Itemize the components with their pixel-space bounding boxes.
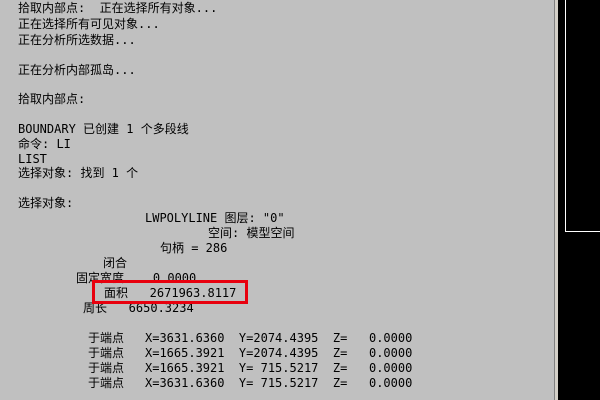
vertex-label: 于端点 (88, 361, 125, 375)
history-line: 拾取内部点: 正在选择所有对象... (18, 1, 218, 15)
history-line: 选择对象: (18, 196, 74, 210)
history-line: 正在分析所选数据... (18, 33, 136, 47)
area-highlight-box (92, 280, 248, 304)
vertex-coords: X=3631.6360 Y= 715.5217 Z= 0.0000 (145, 376, 413, 390)
command-history-console[interactable]: 拾取内部点: 正在选择所有对象... 正在选择所有可见对象... 正在分析所选数… (0, 0, 554, 400)
handle-line: 句柄 = 286 (160, 241, 228, 255)
vertex-label: 于端点 (88, 346, 125, 360)
app-window: 拾取内部点: 正在选择所有对象... 正在选择所有可见对象... 正在分析所选数… (0, 0, 600, 400)
vertex-coords: X=1665.3921 Y=2074.4395 Z= 0.0000 (145, 346, 413, 360)
history-line: 选择对象: 找到 1 个 (18, 166, 139, 180)
history-line: 正在选择所有可见对象... (18, 17, 160, 31)
vertex-coords: X=3631.6360 Y=2074.4395 Z= 0.0000 (145, 331, 413, 345)
history-line: 拾取内部点: (18, 92, 86, 106)
history-line: 正在分析内部孤岛... (18, 63, 136, 77)
history-line: BOUNDARY 已创建 1 个多段线 (18, 122, 189, 136)
closed-label: 闭合 (103, 256, 128, 270)
side-panel-frame (565, 0, 600, 232)
entity-type-line: LWPOLYLINE 图层: "0" (145, 211, 285, 225)
vertex-label: 于端点 (88, 376, 125, 390)
space-line: 空间: 模型空间 (208, 226, 295, 240)
history-line: LIST (18, 152, 47, 166)
vertex-coords: X=1665.3921 Y= 715.5217 Z= 0.0000 (145, 361, 413, 375)
history-line: 命令: LI (18, 137, 71, 151)
vertex-label: 于端点 (88, 331, 125, 345)
